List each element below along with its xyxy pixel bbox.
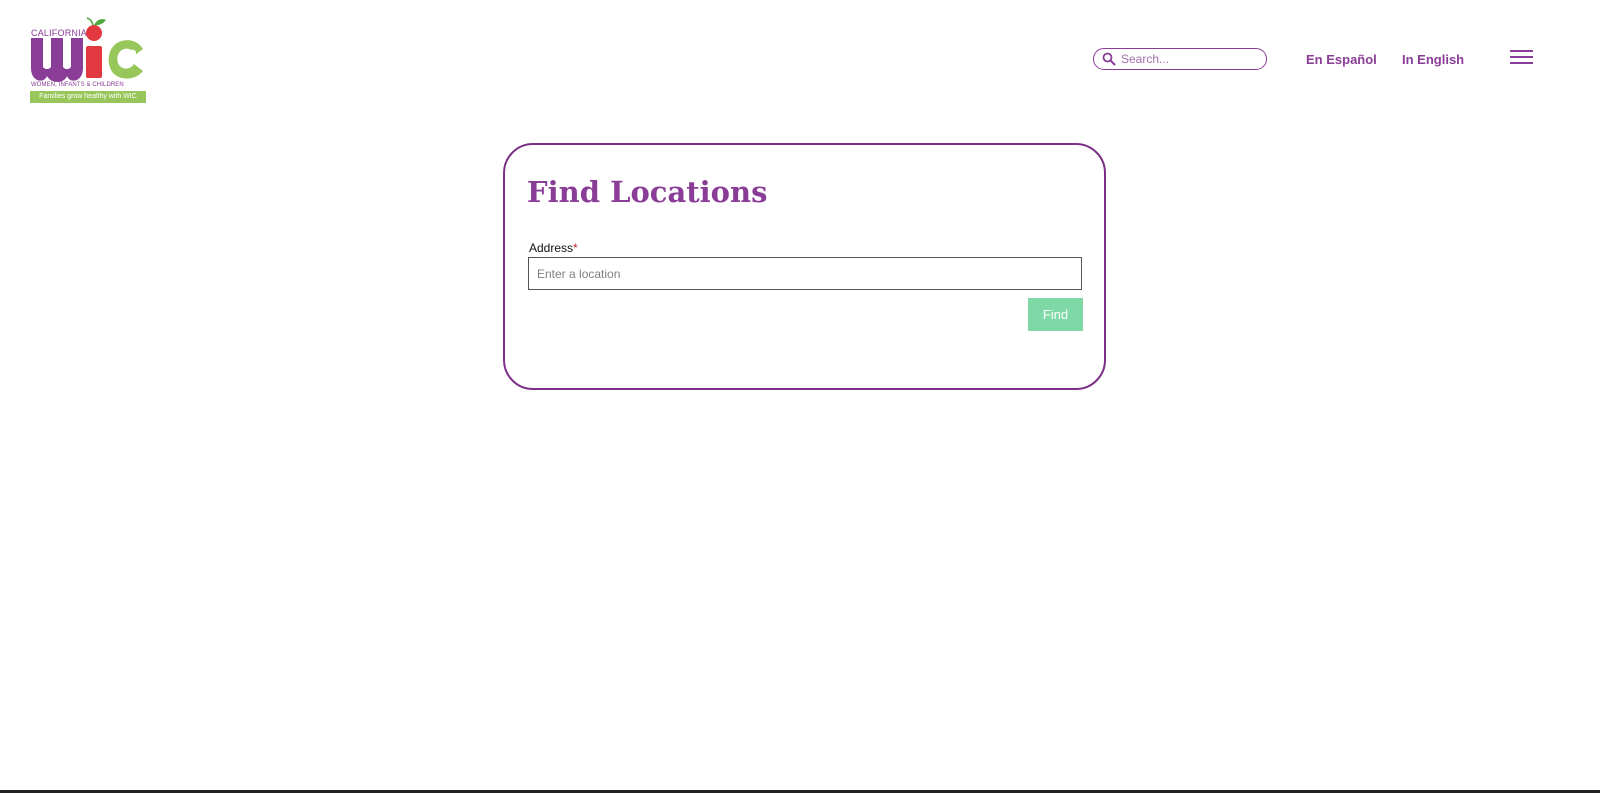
wic-logo[interactable]: CALIFORNIA WOMEN, INFANTS & CHILDREN Fam…	[30, 14, 146, 106]
address-input[interactable]	[528, 257, 1082, 290]
hamburger-line	[1510, 50, 1533, 52]
required-marker: *	[573, 241, 578, 255]
logo-subtitle: WOMEN, INFANTS & CHILDREN	[31, 82, 124, 88]
hamburger-menu-icon[interactable]	[1510, 50, 1533, 66]
find-locations-card: Find Locations Address* Find	[503, 143, 1106, 390]
hamburger-line	[1510, 56, 1533, 58]
header-search[interactable]	[1093, 48, 1267, 70]
logo-state-text: CALIFORNIA	[31, 28, 88, 38]
address-label-text: Address	[529, 241, 574, 255]
english-language-link[interactable]: In English	[1402, 52, 1464, 67]
page: CALIFORNIA WOMEN, INFANTS & CHILDREN Fam…	[0, 0, 1600, 793]
logo-tagline: Families grow healthy with WIC	[30, 91, 146, 103]
page-title: Find Locations	[527, 175, 768, 209]
search-input[interactable]	[1121, 50, 1259, 68]
hamburger-line	[1510, 62, 1533, 64]
find-button[interactable]: Find	[1028, 298, 1083, 331]
address-label: Address*	[529, 241, 578, 255]
search-icon[interactable]	[1102, 52, 1116, 66]
spanish-language-link[interactable]: En Español	[1306, 52, 1377, 67]
